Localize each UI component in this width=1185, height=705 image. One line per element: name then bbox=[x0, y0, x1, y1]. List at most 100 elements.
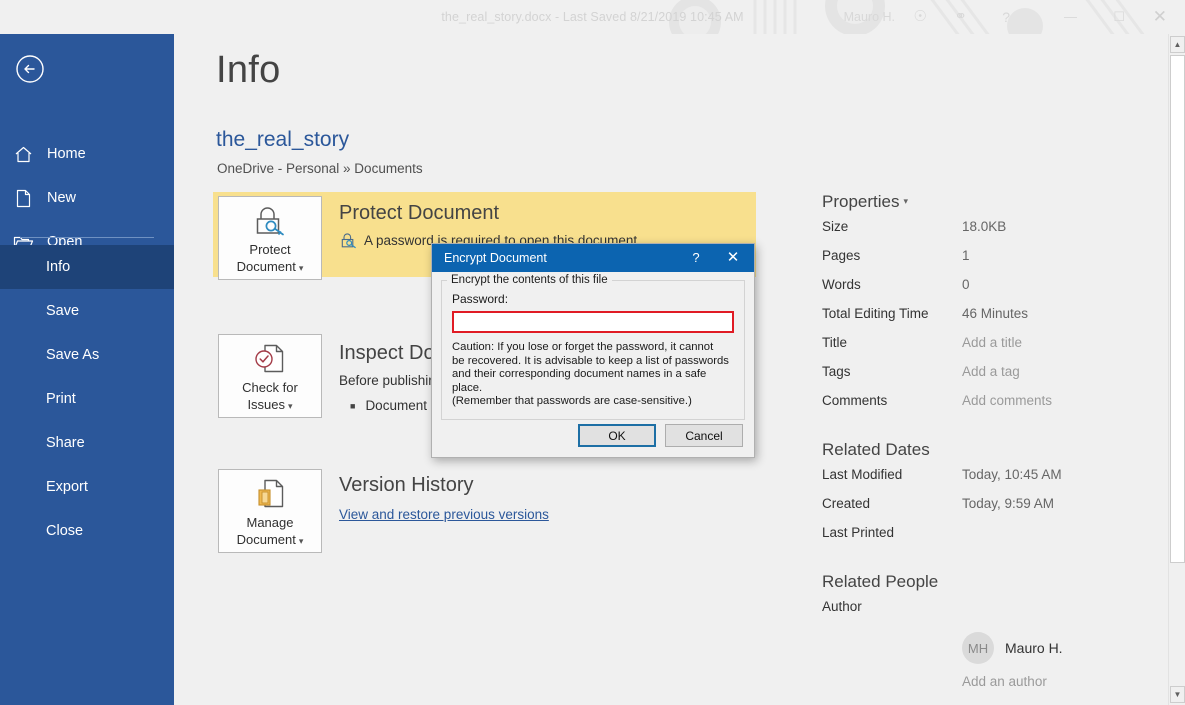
author-key: Author bbox=[822, 599, 862, 614]
page-title: Info bbox=[216, 49, 281, 91]
title-field[interactable]: Add a title bbox=[962, 335, 1022, 350]
label-line-1: Check for bbox=[242, 380, 298, 395]
sidebar-item-home[interactable]: Home bbox=[0, 132, 174, 176]
label-line-2: Issues bbox=[247, 397, 286, 412]
chevron-down-icon[interactable]: ▾ bbox=[903, 196, 908, 206]
property-key: Size bbox=[822, 219, 849, 234]
property-key: Title bbox=[822, 335, 848, 350]
sidebar-item-label: Home bbox=[47, 146, 86, 162]
sidebar-item-label: Share bbox=[46, 435, 85, 451]
property-row: Title Add a title bbox=[822, 335, 1152, 364]
protect-document-button[interactable]: Protect Document ▾ bbox=[218, 196, 322, 280]
property-row: Pages 1 bbox=[822, 248, 1152, 277]
lock-with-key-icon bbox=[252, 204, 288, 238]
property-key: Tags bbox=[822, 364, 851, 379]
check-for-issues-button[interactable]: Check for Issues ▾ bbox=[218, 334, 322, 418]
property-row: Words 0 bbox=[822, 277, 1152, 306]
caution-line: be recovered. It is advisable to keep a … bbox=[452, 354, 729, 367]
ok-button[interactable]: OK bbox=[578, 424, 656, 447]
chevron-down-icon[interactable]: ▾ bbox=[288, 401, 293, 411]
related-date-key: Last Printed bbox=[822, 525, 895, 540]
sidebar-item-label: Close bbox=[46, 523, 84, 539]
account-circle-icon[interactable]: ☉ bbox=[914, 0, 927, 34]
properties-heading[interactable]: Properties ▾ bbox=[822, 192, 1152, 212]
scroll-up-arrow-icon[interactable]: ▲ bbox=[1170, 36, 1185, 53]
sidebar-item-label: Save As bbox=[46, 347, 100, 363]
sidebar-item-save[interactable]: Save bbox=[0, 289, 174, 333]
caution-text: Caution: If you lose or forget the passw… bbox=[452, 341, 734, 409]
sidebar-item-info[interactable]: Info bbox=[0, 245, 174, 289]
avatar: MH bbox=[962, 632, 994, 664]
vertical-scrollbar[interactable]: ▲ ▼ bbox=[1168, 34, 1185, 705]
sidebar-item-print[interactable]: Print bbox=[0, 377, 174, 421]
help-icon[interactable]: ? bbox=[686, 244, 706, 272]
chevron-down-icon[interactable]: ▾ bbox=[299, 536, 304, 546]
property-value: 46 Minutes bbox=[962, 306, 1029, 321]
manage-document-button[interactable]: Manage Document ▾ bbox=[218, 469, 322, 553]
sidebar-item-new[interactable]: New bbox=[0, 176, 174, 220]
ribbon-display-options-icon[interactable]: ⚭ bbox=[954, 0, 967, 34]
sidebar-item-close[interactable]: Close bbox=[0, 509, 174, 553]
label-line-1: Manage bbox=[246, 515, 294, 530]
document-check-icon bbox=[252, 342, 288, 376]
minimize-button[interactable]: — bbox=[1064, 0, 1077, 34]
account-name-label[interactable]: Mauro H. bbox=[844, 0, 895, 34]
encrypt-document-dialog: Encrypt Document ? ✕ Encrypt the content… bbox=[431, 243, 755, 458]
sidebar-item-share[interactable]: Share bbox=[0, 421, 174, 465]
document-path-breadcrumb[interactable]: OneDrive - Personal » Documents bbox=[217, 161, 423, 176]
property-value: 1 bbox=[962, 248, 970, 263]
property-row: Tags Add a tag bbox=[822, 364, 1152, 393]
dialog-body: Encrypt the contents of this file Passwo… bbox=[432, 272, 754, 420]
related-dates-heading: Related Dates bbox=[822, 440, 930, 459]
property-row: Size 18.0KB bbox=[822, 219, 1152, 248]
dialog-titlebar: Encrypt Document ? ✕ bbox=[432, 244, 754, 272]
label-line-1: Protect bbox=[249, 242, 291, 257]
document-name[interactable]: the_real_story bbox=[216, 128, 349, 152]
sidebar-item-label: New bbox=[47, 190, 77, 206]
sidebar-item-label: Print bbox=[46, 391, 76, 407]
chevron-down-icon[interactable]: ▾ bbox=[299, 263, 304, 273]
caution-line: Caution: If you lose or forget the passw… bbox=[452, 341, 714, 353]
tags-field[interactable]: Add a tag bbox=[962, 364, 1020, 379]
document-manage-icon bbox=[252, 477, 288, 511]
password-label: Password: bbox=[452, 292, 509, 306]
help-icon[interactable]: ? bbox=[1002, 0, 1010, 34]
home-icon bbox=[0, 145, 46, 164]
sidebar-item-label: Save bbox=[46, 303, 80, 319]
new-file-icon bbox=[0, 189, 46, 208]
restore-button[interactable]: ☐ bbox=[1113, 0, 1125, 34]
related-date-row: Created Today, 9:59 AM bbox=[822, 496, 1152, 525]
view-restore-versions-link[interactable]: View and restore previous versions bbox=[339, 507, 549, 522]
properties-panel: Properties ▾ Size 18.0KB Pages 1 Words 0 … bbox=[822, 192, 1152, 705]
caution-line: (Remember that passwords are case-sensit… bbox=[452, 395, 692, 408]
dialog-button-row: OK Cancel bbox=[578, 424, 743, 447]
sidebar-item-save-as[interactable]: Save As bbox=[0, 333, 174, 377]
related-date-row: Last Printed bbox=[822, 525, 1152, 554]
cancel-button[interactable]: Cancel bbox=[665, 424, 743, 447]
related-date-value: Today, 10:45 AM bbox=[962, 467, 1062, 482]
manage-document-button-label: Manage Document ▾ bbox=[237, 514, 304, 550]
label-line-2: Document bbox=[236, 259, 296, 274]
sidebar-item-label: Info bbox=[46, 259, 71, 275]
scroll-down-arrow-icon[interactable]: ▼ bbox=[1170, 686, 1185, 703]
property-key: Pages bbox=[822, 248, 861, 263]
add-author-field[interactable]: Add an author bbox=[822, 674, 1152, 689]
comments-field[interactable]: Add comments bbox=[962, 393, 1052, 408]
backstage-sidebar: Home New Open Info Save Save As Print Sh… bbox=[0, 34, 174, 705]
sidebar-item-export[interactable]: Export bbox=[0, 465, 174, 509]
close-icon[interactable]: ✕ bbox=[1153, 0, 1167, 34]
author-name: Mauro H. bbox=[1005, 640, 1063, 656]
protect-document-title: Protect Document bbox=[339, 202, 500, 224]
property-key: Comments bbox=[822, 393, 888, 408]
property-key: Words bbox=[822, 277, 861, 292]
back-arrow-icon[interactable] bbox=[15, 54, 45, 84]
bullet-square-icon: ■ bbox=[350, 401, 356, 411]
scrollbar-thumb[interactable] bbox=[1170, 55, 1185, 563]
property-value: 0 bbox=[962, 277, 970, 292]
author-entry[interactable]: MH Mauro H. bbox=[822, 632, 1152, 664]
close-icon[interactable]: ✕ bbox=[722, 244, 744, 272]
caution-line: and their corresponding document names i… bbox=[452, 368, 707, 381]
password-input[interactable] bbox=[452, 311, 734, 333]
